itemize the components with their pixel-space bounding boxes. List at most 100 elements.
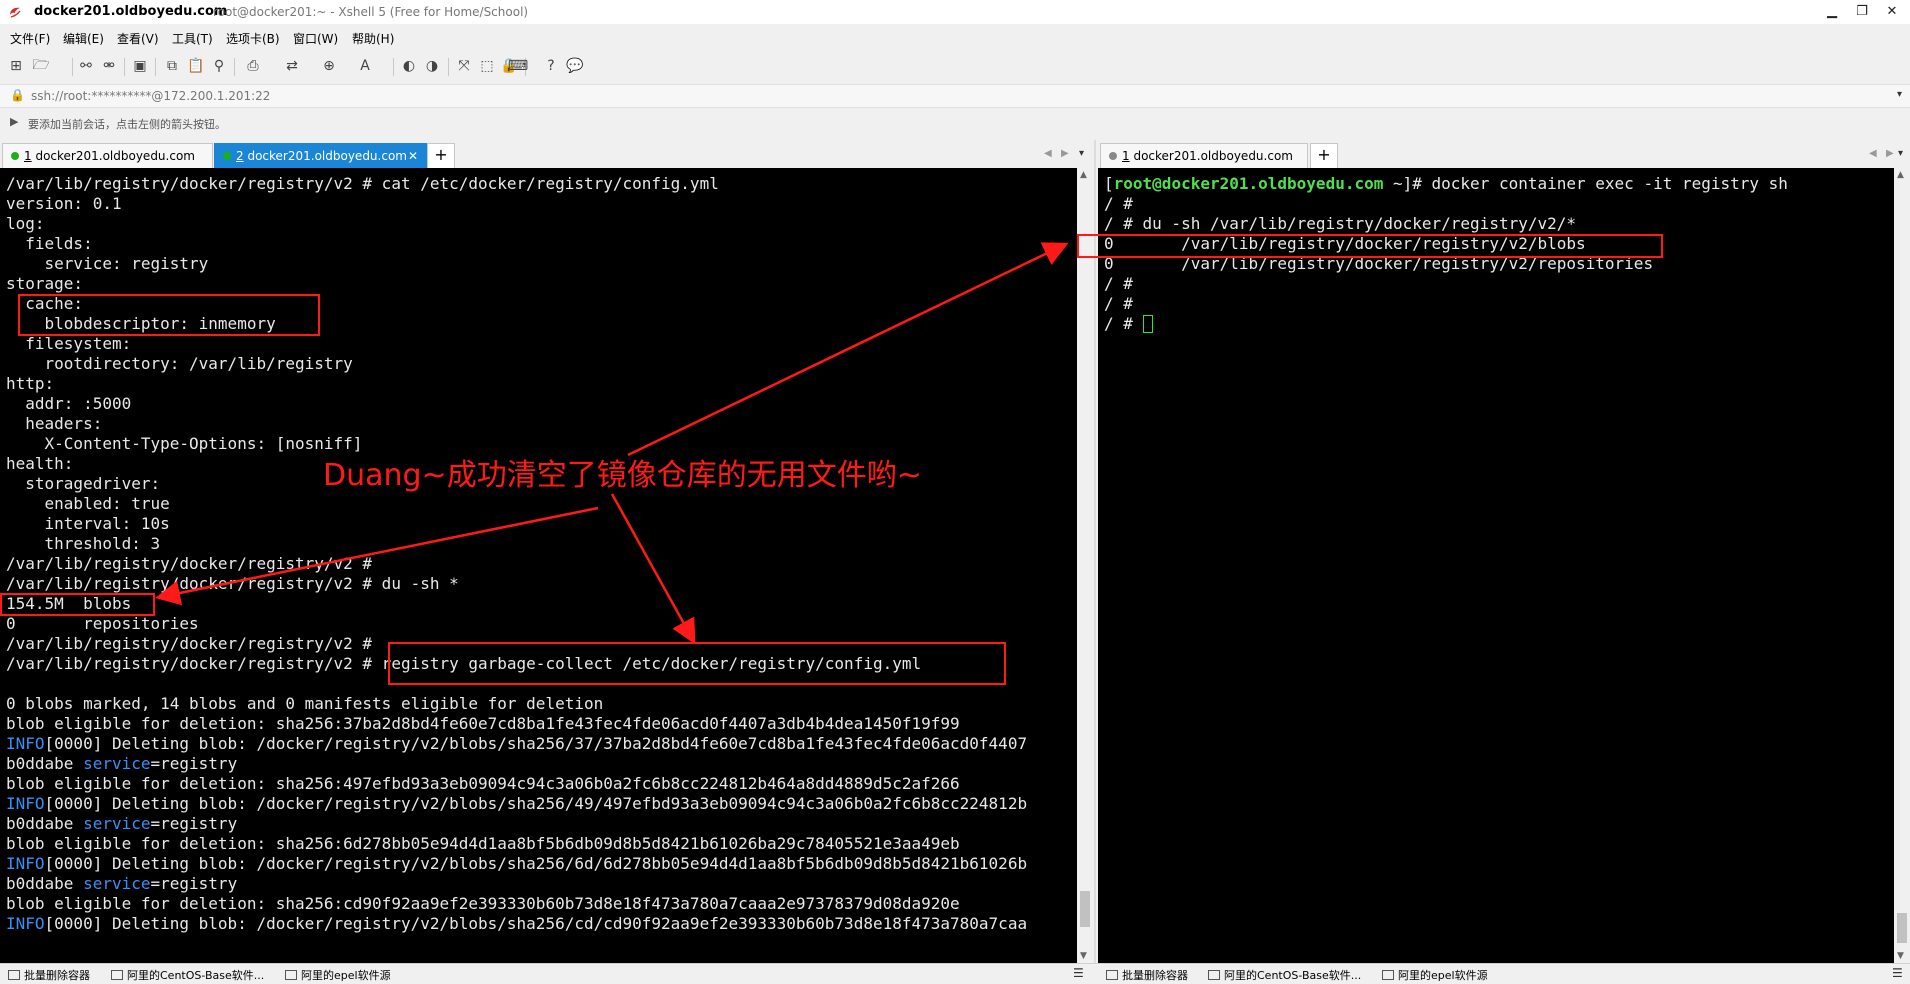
prompt-bracket: [ xyxy=(1104,174,1114,193)
terminal-line: / # xyxy=(1104,194,1133,213)
add-tab-button[interactable]: + xyxy=(427,143,455,169)
menu-help[interactable]: 帮助(H) xyxy=(352,30,394,47)
quick-command-label: 阿里的CentOS-Base软件... xyxy=(127,969,265,982)
connect-icon[interactable]: ⚯ xyxy=(76,56,96,76)
quick-bar-menu-icon[interactable]: ☰ xyxy=(1892,966,1903,980)
print-icon[interactable]: ⎙ xyxy=(243,56,263,76)
disconnect-icon[interactable]: ⚮ xyxy=(99,56,119,76)
properties-icon[interactable]: ▣ xyxy=(130,56,150,76)
tab-next-icon[interactable]: ▶ xyxy=(1886,148,1894,159)
quick-command-3[interactable]: 阿里的epel软件源 xyxy=(1382,967,1488,983)
new-session-icon[interactable]: ⊞ xyxy=(6,56,26,76)
scrollbar-left[interactable]: ▲ ▼ xyxy=(1077,168,1093,963)
quick-command-2[interactable]: 阿里的CentOS-Base软件... xyxy=(1208,967,1361,983)
chat-icon[interactable]: 💬 xyxy=(565,56,585,76)
add-tab-button[interactable]: + xyxy=(1310,143,1338,169)
tab-session-1[interactable]: 1 docker201.oldboyedu.com xyxy=(2,143,213,168)
terminal-line: blob eligible for deletion: sha256:37ba2… xyxy=(6,714,960,733)
keyboard-icon[interactable]: ⌨ xyxy=(508,56,528,76)
quick-command-1[interactable]: 批量删除容器 xyxy=(1106,967,1188,983)
quick-bar-menu-icon[interactable]: ☰ xyxy=(1073,966,1084,980)
address-bar[interactable]: 🔒 ssh://root:**********@172.200.1.201:22… xyxy=(0,84,1910,108)
scrollbar-right[interactable]: ▲ ▼ xyxy=(1894,168,1910,963)
scroll-down-icon[interactable]: ▼ xyxy=(1080,951,1087,961)
open-folder-icon[interactable]: 🗁 xyxy=(31,56,51,76)
globe-icon[interactable]: ⊕ xyxy=(319,56,339,76)
quick-command-label: 阿里的epel软件源 xyxy=(1398,969,1488,982)
highlight-blobs-empty xyxy=(1077,234,1663,258)
tab-prev-icon[interactable]: ◀ xyxy=(1044,148,1052,159)
terminal-line: INFO[0000] Deleting blob: /docker/regist… xyxy=(6,854,1028,873)
tab-list-icon[interactable]: ▾ xyxy=(1898,148,1903,159)
highlight-gc-command xyxy=(388,642,1006,685)
terminal-line: log: xyxy=(6,214,45,233)
transfer-icon[interactable]: ⇄ xyxy=(282,56,302,76)
menu-view[interactable]: 查看(V) xyxy=(117,30,159,47)
transparent-icon[interactable]: ⬚ xyxy=(477,56,497,76)
terminal-line: blob eligible for deletion: sha256:6d278… xyxy=(6,834,960,853)
xftp-icon[interactable]: ◐ xyxy=(399,56,419,76)
close-window-button[interactable]: ✕ xyxy=(1879,2,1905,22)
quick-command-3[interactable]: 阿里的epel软件源 xyxy=(285,967,391,983)
terminal-line: enabled: true xyxy=(6,494,170,513)
terminal-line: service: registry xyxy=(6,254,209,273)
terminal-right[interactable]: [root@docker201.oldboyedu.com ~]# docker… xyxy=(1098,168,1894,963)
terminal-line: INFO[0000] Deleting blob: /docker/regist… xyxy=(6,734,1028,753)
menu-tools[interactable]: 工具(T) xyxy=(172,30,213,47)
address-text[interactable]: ssh://root:**********@172.200.1.201:22 xyxy=(31,89,270,103)
scroll-thumb[interactable] xyxy=(1080,891,1090,927)
quick-command-1[interactable]: 批量删除容器 xyxy=(8,967,90,983)
terminal-line: / # xyxy=(1104,294,1133,313)
menu-tabs[interactable]: 选项卡(B) xyxy=(226,30,280,47)
scroll-up-icon[interactable]: ▲ xyxy=(1080,170,1087,180)
close-tab-icon[interactable]: ✕ xyxy=(408,144,418,168)
highlight-cache-config xyxy=(18,294,320,336)
tab-prev-icon[interactable]: ◀ xyxy=(1869,148,1877,159)
paste-icon[interactable]: 📋 xyxy=(186,56,206,76)
command-icon xyxy=(8,970,20,980)
terminal-line: fields: xyxy=(6,234,93,253)
script-icon[interactable]: ◑ xyxy=(422,56,442,76)
tab-label: docker201.oldboyedu.com xyxy=(35,149,195,163)
tab-session-1[interactable]: 1 docker201.oldboyedu.com xyxy=(1100,143,1308,168)
terminal-line: /var/lib/registry/docker/registry/v2 # xyxy=(6,634,373,653)
copy-icon[interactable]: ⧉ xyxy=(162,56,182,76)
window-subtitle: root@docker201:~ - Xshell 5 (Free for Ho… xyxy=(213,5,529,19)
scroll-thumb[interactable] xyxy=(1897,913,1907,943)
tab-number: 1 xyxy=(1122,149,1130,163)
fullscreen-icon[interactable]: ⤧ xyxy=(454,56,474,76)
help-icon[interactable]: ? xyxy=(541,56,561,76)
terminal-line: headers: xyxy=(6,414,103,433)
terminal-line: http: xyxy=(6,374,55,393)
quick-command-2[interactable]: 阿里的CentOS-Base软件... xyxy=(111,967,264,983)
tab-number: 2 xyxy=(236,149,244,163)
minimize-button[interactable]: ▁ xyxy=(1819,2,1845,22)
find-icon[interactable]: ⚲ xyxy=(209,56,229,76)
terminal-line: storagedriver: xyxy=(6,474,161,493)
font-icon[interactable]: A xyxy=(355,56,375,76)
menu-edit[interactable]: 编辑(E) xyxy=(63,30,104,47)
command-icon xyxy=(111,970,123,980)
scroll-down-icon[interactable]: ▼ xyxy=(1897,951,1904,961)
menu-window[interactable]: 窗口(W) xyxy=(293,30,338,47)
restore-button[interactable]: ❐ xyxy=(1849,2,1875,22)
terminal-line: b0ddabe service=registry xyxy=(6,874,238,893)
chevron-down-icon[interactable]: ▾ xyxy=(1897,89,1902,100)
terminal-line: blob eligible for deletion: sha256:497ef… xyxy=(6,774,960,793)
scroll-up-icon[interactable]: ▲ xyxy=(1897,170,1904,180)
terminal-line: 0 blobs marked, 14 blobs and 0 manifests… xyxy=(6,694,604,713)
prompt-text: / # xyxy=(1104,314,1143,333)
terminal-left[interactable]: /var/lib/registry/docker/registry/v2 # c… xyxy=(0,168,1077,963)
tab-session-2[interactable]: 2 docker201.oldboyedu.com ✕ xyxy=(214,143,427,168)
command-icon xyxy=(1208,970,1220,980)
terminal-line: 0 repositories xyxy=(6,614,199,633)
pane-divider[interactable] xyxy=(1094,140,1096,963)
tab-next-icon[interactable]: ▶ xyxy=(1061,148,1069,159)
hint-icon: ▶ xyxy=(10,115,19,128)
prompt-user-host: root@docker201.oldboyedu.com xyxy=(1113,174,1384,193)
title-bar: docker201.oldboyedu.com root@docker201:~… xyxy=(0,0,1910,24)
hint-text: 要添加当前会话，点击左侧的箭头按钮。 xyxy=(28,118,226,131)
quick-command-label: 阿里的CentOS-Base软件... xyxy=(1224,969,1362,982)
menu-file[interactable]: 文件(F) xyxy=(10,30,50,47)
tab-list-icon[interactable]: ▾ xyxy=(1079,148,1084,159)
